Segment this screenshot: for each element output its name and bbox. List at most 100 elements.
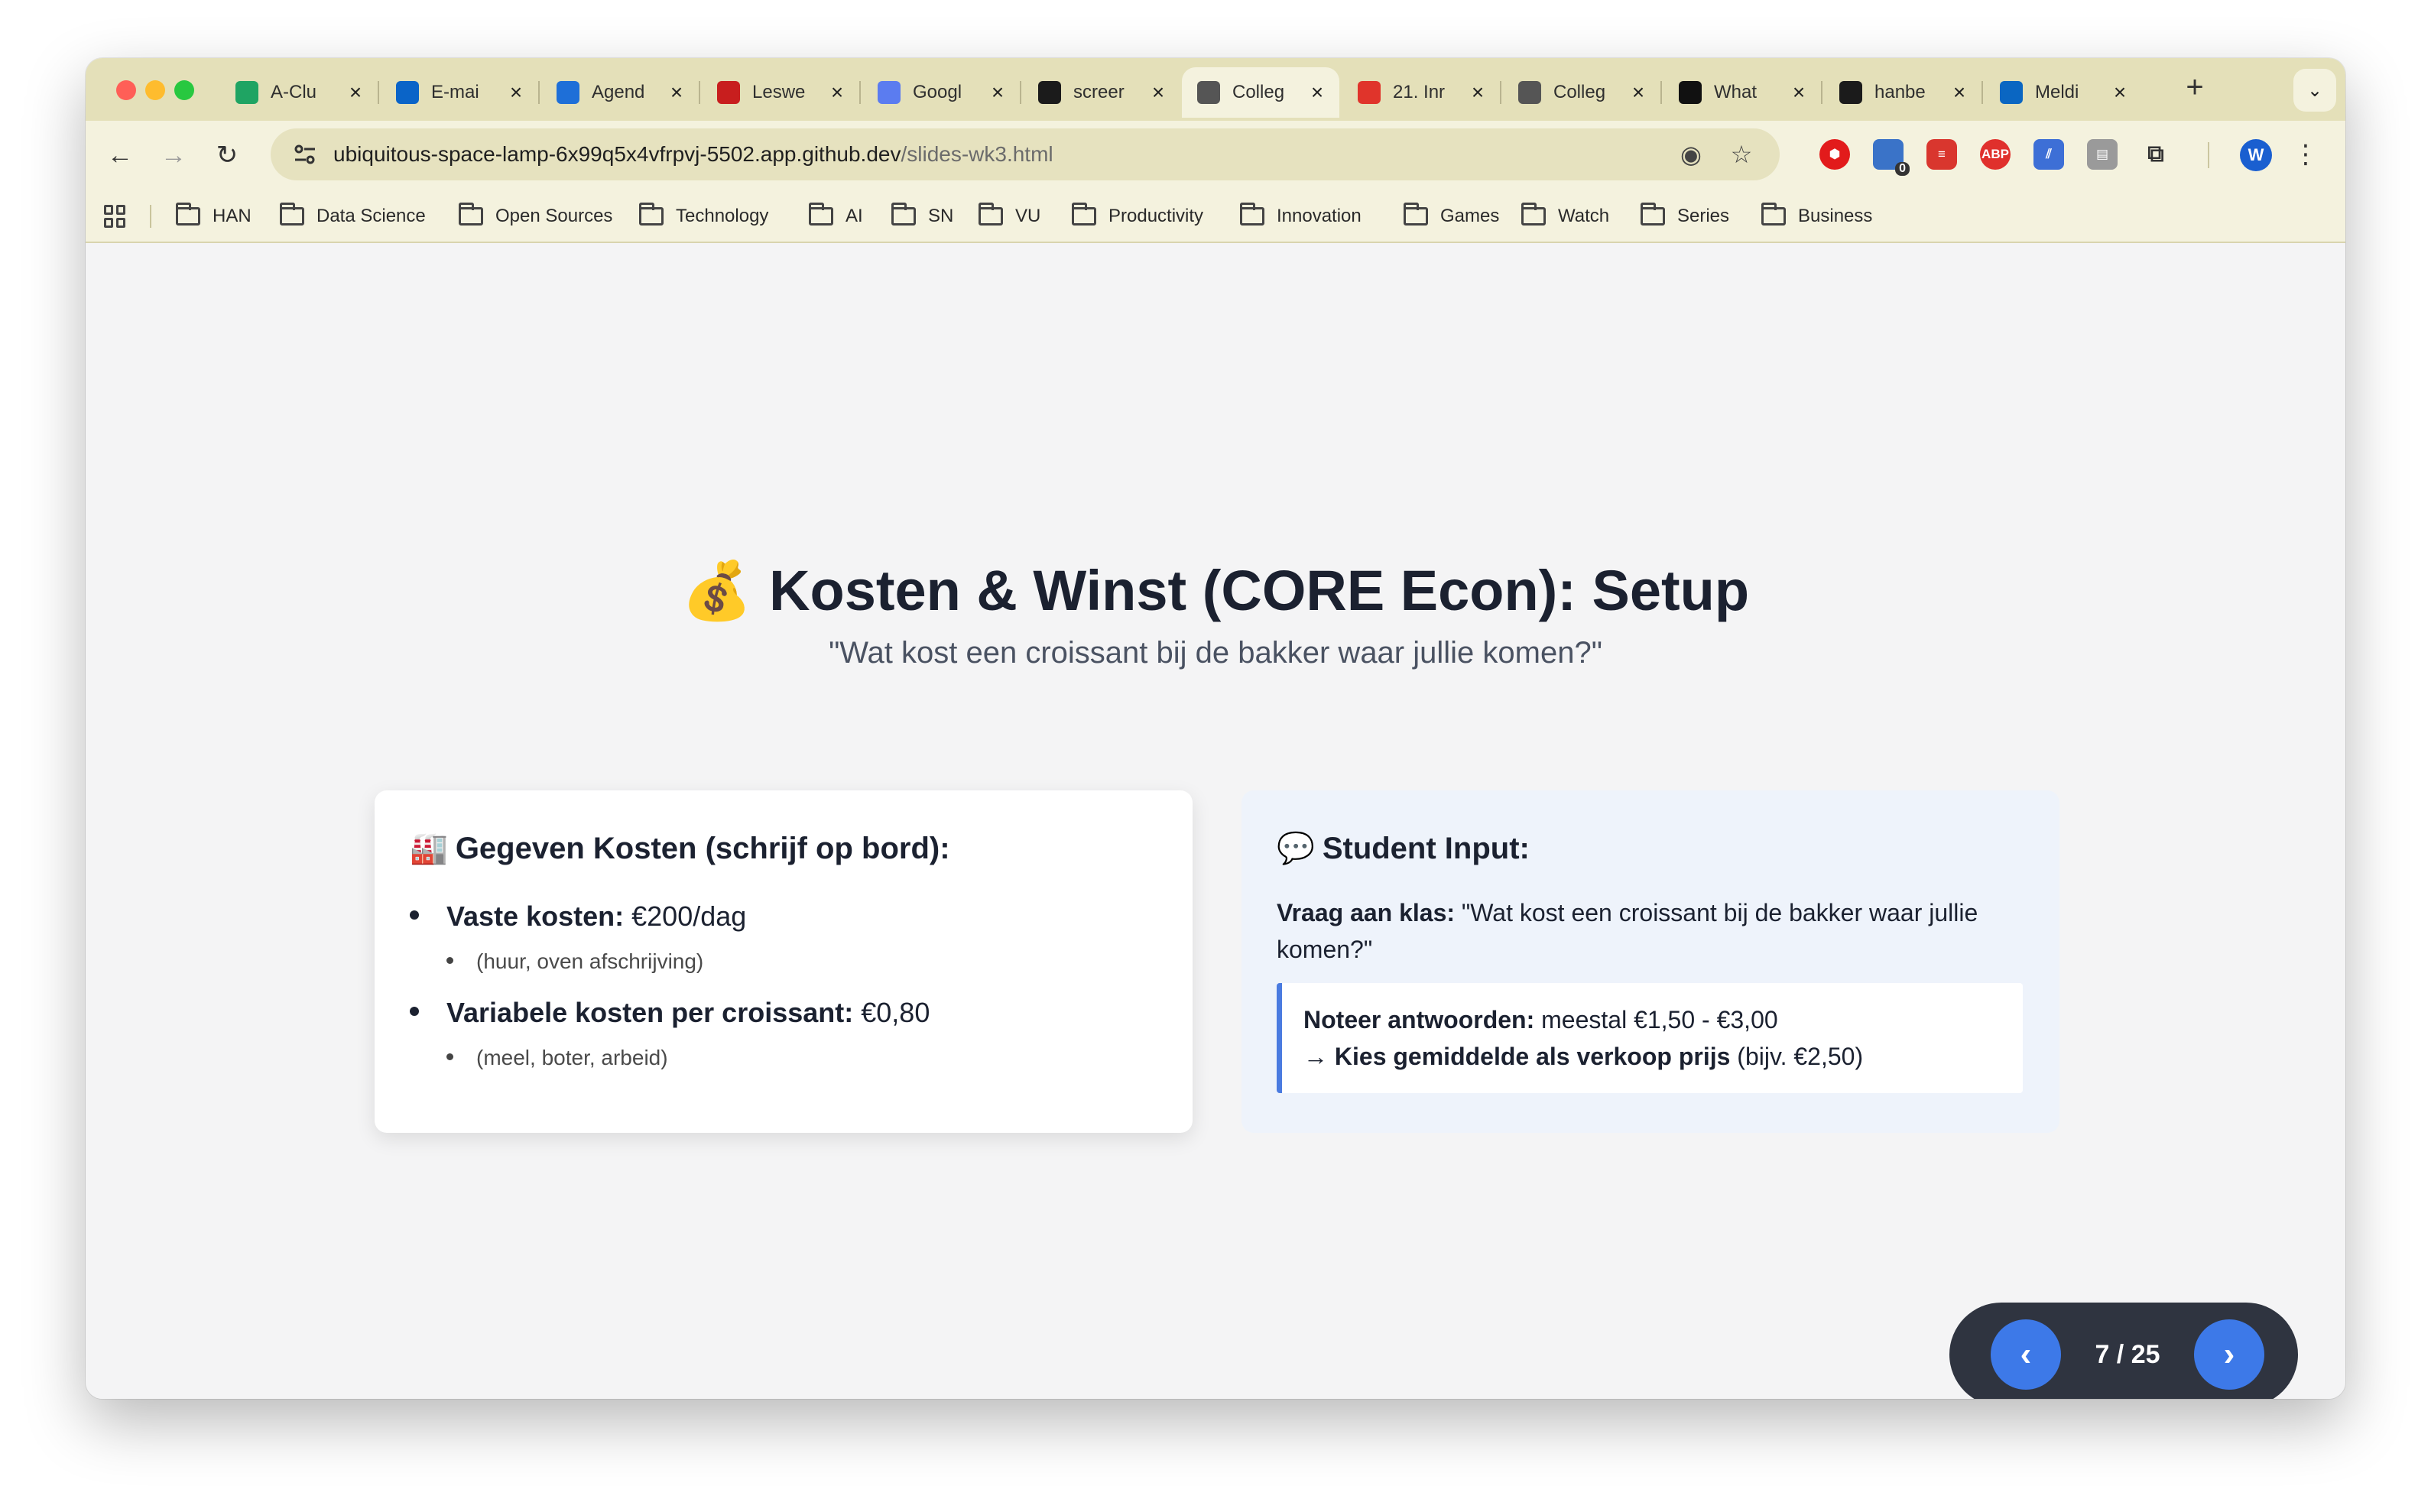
tab-close-icon[interactable]: ×	[2108, 80, 2131, 105]
bookmark-folder[interactable]: Business	[1761, 190, 1872, 243]
tab-close-icon[interactable]: ×	[1306, 80, 1329, 105]
variable-costs-note: (meel, boter, arbeid)	[446, 1046, 668, 1070]
next-slide-button[interactable]: ›	[2194, 1319, 2264, 1390]
sub-bullet-dot	[446, 957, 453, 964]
given-costs-heading-text: Gegeven Kosten (schrijf op bord):	[455, 832, 950, 865]
bookmark-folder[interactable]: Innovation	[1240, 190, 1362, 243]
browser-menu-icon[interactable]: ⋮	[2290, 136, 2321, 173]
bookmark-folder[interactable]: Technology	[639, 190, 768, 243]
browser-tab[interactable]: What ×	[1663, 67, 1821, 118]
previous-slide-button[interactable]: ‹	[1991, 1319, 2061, 1390]
answer-value: meestal €1,50 - €3,00	[1541, 1006, 1778, 1033]
slide-title-text: Kosten & Winst (CORE Econ): Setup	[769, 559, 1750, 622]
tab-title: screer	[1073, 82, 1125, 102]
new-tab-button[interactable]: +	[2176, 70, 2214, 105]
class-question: Vraag aan klas: "Wat kost een croissant …	[1277, 894, 2026, 968]
extensions-puzzle-icon[interactable]: ⧉	[2141, 139, 2171, 170]
tab-title: Colleg	[1232, 82, 1285, 102]
tab-title: What	[1714, 82, 1758, 102]
browser-tab[interactable]: Colleg ×	[1503, 67, 1660, 118]
tab-close-icon[interactable]: ×	[505, 80, 527, 105]
window-maximize-button[interactable]	[174, 80, 194, 100]
tab-title: hanbe	[1874, 82, 1926, 102]
bookmark-label: Data Science	[316, 206, 426, 226]
bookmark-folder[interactable]: SN	[891, 190, 953, 243]
adblock-plus-icon[interactable]: ABP	[1980, 139, 2011, 170]
bookmark-label: Games	[1440, 206, 1500, 226]
window-minimize-button[interactable]	[145, 80, 165, 100]
analytics-extension-icon[interactable]: ⫽	[2033, 139, 2064, 170]
factory-icon: 🏭	[410, 832, 448, 865]
bookmark-folder[interactable]: VU	[979, 190, 1040, 243]
browser-tab[interactable]: screer ×	[1023, 67, 1180, 118]
browser-tab[interactable]: Meldi ×	[1985, 67, 2142, 118]
fixed-costs-item: Vaste kosten: €200/dag	[410, 900, 746, 933]
globe-icon	[1197, 81, 1220, 104]
question-line-2: komen?"	[1277, 936, 1373, 963]
bookmark-folder[interactable]: Watch	[1521, 190, 1609, 243]
bookmark-folder[interactable]: Open Sources	[459, 190, 612, 243]
browser-tab[interactable]: Colleg ×	[1182, 67, 1339, 118]
tab-title: Googl	[913, 82, 962, 102]
tab-close-icon[interactable]: ×	[1948, 80, 1971, 105]
tab-close-icon[interactable]: ×	[1466, 80, 1489, 105]
bookmark-star-icon[interactable]: ☆	[1728, 141, 1755, 169]
extension-with-badge-icon[interactable]: 0	[1873, 139, 1910, 176]
browser-tab[interactable]: Agend ×	[541, 67, 699, 118]
bookmark-folder[interactable]: Productivity	[1072, 190, 1203, 243]
forward-button[interactable]: →	[154, 136, 193, 174]
bookmark-label: AI	[845, 206, 863, 226]
netflix-style-icon	[717, 81, 740, 104]
browser-tab[interactable]: A-Clu ×	[220, 67, 378, 118]
bullet-dot	[410, 1007, 419, 1016]
answer-callout: Noteer antwoorden: meestal €1,50 - €3,00…	[1277, 983, 2023, 1093]
variable-costs-note-text: (meel, boter, arbeid)	[476, 1046, 668, 1069]
bookmark-folder[interactable]: Data Science	[280, 190, 426, 243]
tab-close-icon[interactable]: ×	[665, 80, 688, 105]
browser-tab[interactable]: hanbe ×	[1824, 67, 1981, 118]
browser-tab[interactable]: Googl ×	[862, 67, 1020, 118]
tab-close-icon[interactable]: ×	[826, 80, 849, 105]
url-text[interactable]: ubiquitous-space-lamp-6x99q5x4vfrpvj-550…	[333, 128, 1053, 180]
tab-close-icon[interactable]: ×	[986, 80, 1009, 105]
lastpass-extension-icon[interactable]: ≡	[1926, 139, 1957, 170]
folder-icon	[809, 203, 833, 226]
tab-strip: A-Clu × E-mai × Agend × Leswe × Googl × screer × Col…	[86, 58, 2345, 121]
tab-close-icon[interactable]: ×	[344, 80, 367, 105]
browser-tab[interactable]: 21. Inr ×	[1342, 67, 1500, 118]
bookmark-label: Technology	[676, 206, 769, 226]
document-extension-icon[interactable]: ▤	[2087, 139, 2118, 170]
tab-title: Agend	[592, 82, 645, 102]
ublock-extension-icon[interactable]: ⬢	[1819, 139, 1850, 170]
site-settings-icon[interactable]	[292, 141, 318, 167]
bookmark-folder[interactable]: Series	[1641, 190, 1729, 243]
address-bar[interactable]: ubiquitous-space-lamp-6x99q5x4vfrpvj-550…	[271, 128, 1780, 180]
browser-tab[interactable]: Leswe ×	[702, 67, 859, 118]
folder-icon	[1641, 203, 1665, 226]
bookmark-folder[interactable]: Games	[1404, 190, 1499, 243]
profile-avatar[interactable]: W	[2240, 139, 2272, 171]
tab-close-icon[interactable]: ×	[1147, 80, 1170, 105]
tab-separator	[1500, 81, 1501, 104]
browser-tab[interactable]: E-mai ×	[381, 67, 538, 118]
back-button[interactable]: ←	[101, 136, 139, 174]
tab-close-icon[interactable]: ×	[1787, 80, 1810, 105]
browser-toolbar: ← → ↻ ubiquitous-space-lamp-6x99q5x4vfrp…	[86, 121, 2345, 190]
bookmark-folder[interactable]: AI	[809, 190, 863, 243]
choose-value: (bijv. €2,50)	[1737, 1043, 1864, 1070]
window-close-button[interactable]	[116, 80, 136, 100]
folder-icon	[891, 203, 916, 226]
folder-icon	[280, 203, 304, 226]
tab-close-icon[interactable]: ×	[1627, 80, 1650, 105]
eye-icon[interactable]: ◉	[1677, 141, 1705, 169]
tab-title: E-mai	[431, 82, 479, 102]
tab-search-button[interactable]: ⌄	[2293, 69, 2336, 112]
bullet-dot	[410, 910, 419, 920]
reload-button[interactable]: ↻	[208, 136, 246, 174]
choose-line: → Kies gemiddelde als verkoop prijs (bij…	[1303, 1038, 2023, 1075]
bookmark-folder[interactable]: HAN	[176, 190, 252, 243]
folder-icon	[1072, 203, 1096, 226]
variable-costs-label: Variabele kosten per croissant:	[446, 997, 854, 1028]
gemini-icon	[878, 81, 901, 104]
slide-title: 💰 Kosten & Winst (CORE Econ): Setup	[86, 558, 2345, 625]
